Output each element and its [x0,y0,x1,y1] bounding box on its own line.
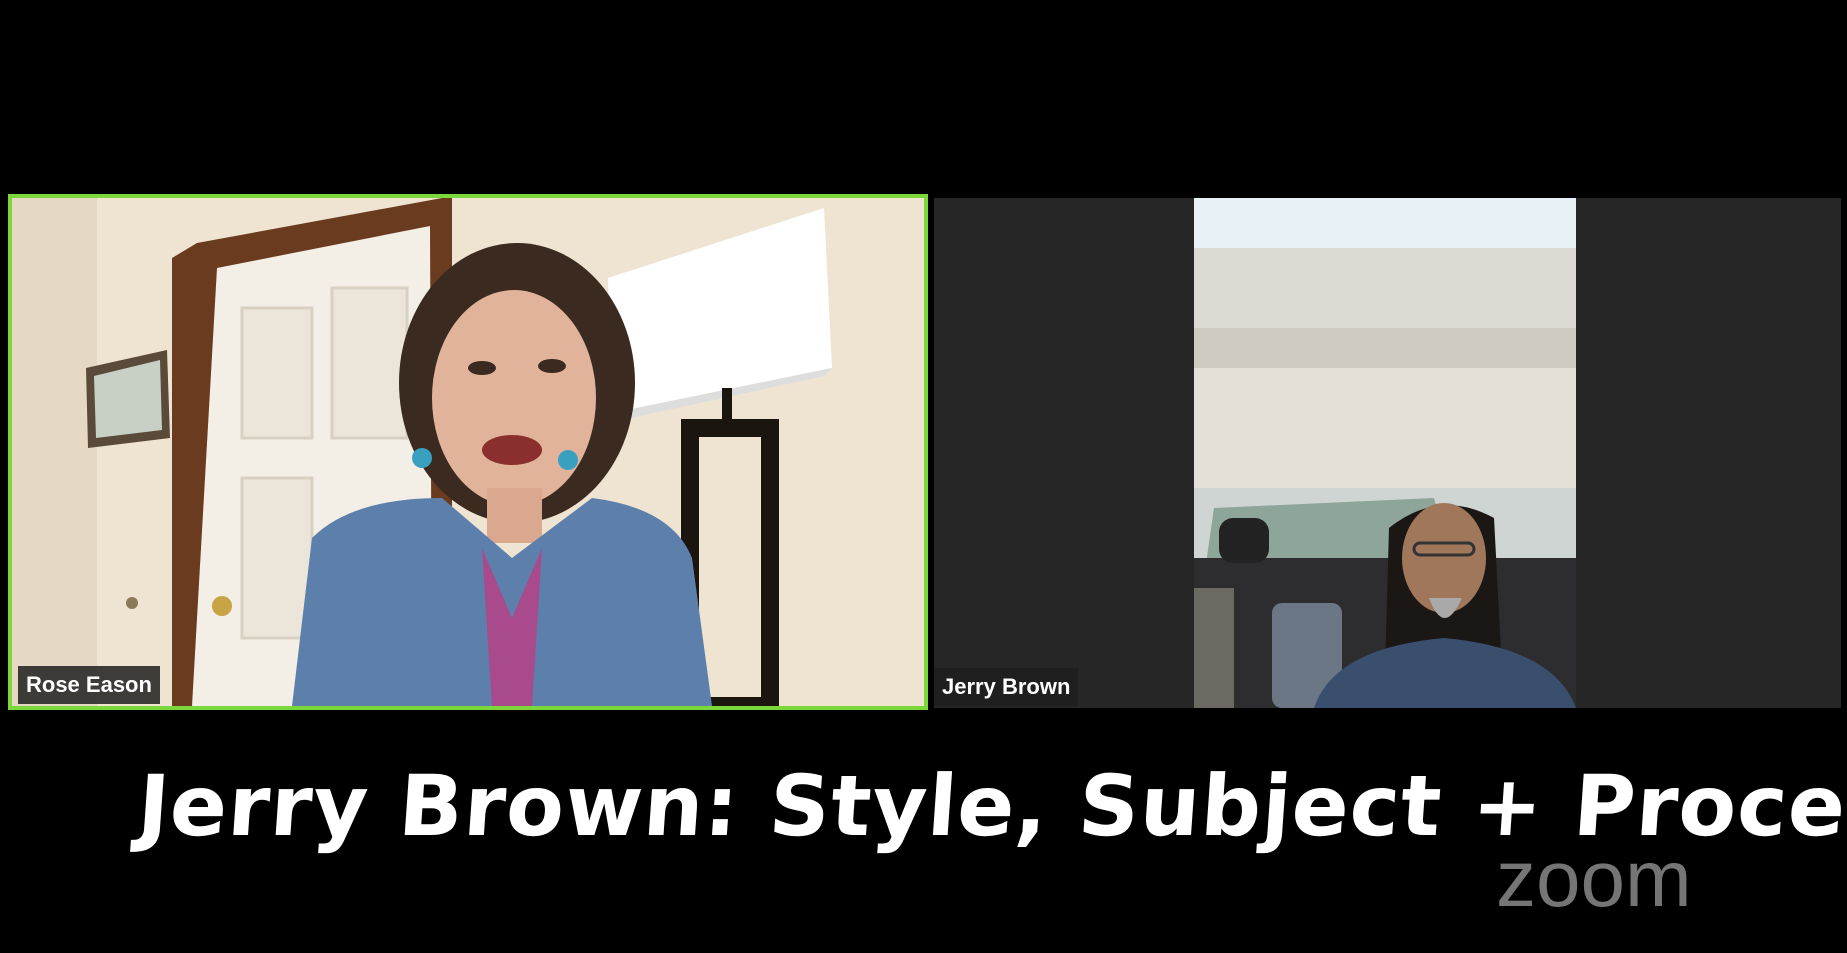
participant-video-jerry-brown [1194,198,1576,708]
participant-name-label: Jerry Brown [934,668,1079,706]
zoom-logo-text: zoom [1496,840,1692,920]
zoom-logo: zoom [1496,840,1692,920]
participant-name-label: Rose Eason [18,666,160,704]
video-tile-jerry-brown[interactable]: Jerry Brown [934,198,1841,708]
participant-video-rose-eason [12,198,924,706]
video-tile-rose-eason[interactable]: Rose Eason [8,194,928,710]
